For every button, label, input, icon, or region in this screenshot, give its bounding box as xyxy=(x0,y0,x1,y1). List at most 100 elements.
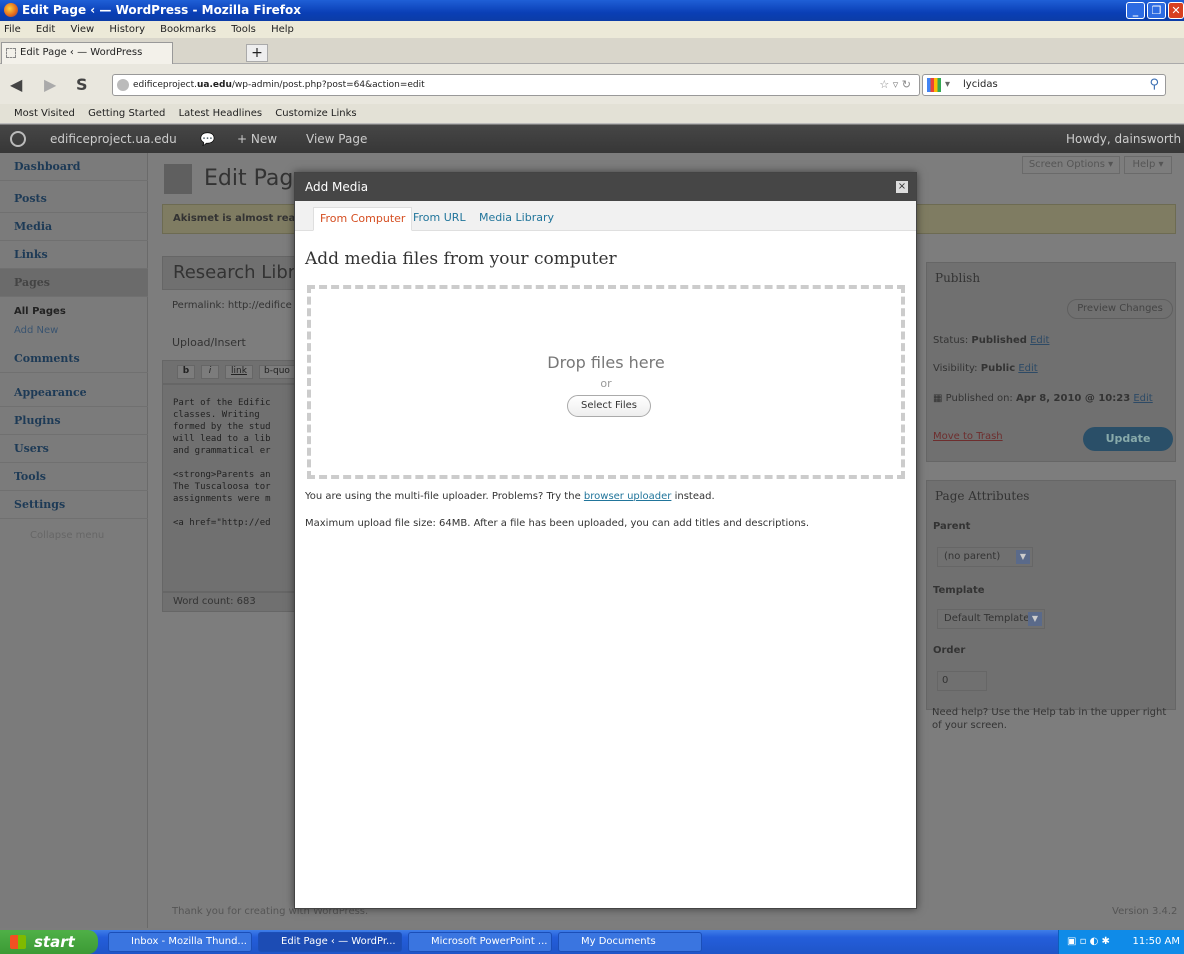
taskbar-thunderbird[interactable]: Inbox - Mozilla Thund... xyxy=(108,932,252,952)
multi-uploader-text: You are using the multi-file uploader. P… xyxy=(305,491,584,502)
sidebar-item-all-pages[interactable]: All Pages xyxy=(0,303,148,321)
visibility-label: Visibility: xyxy=(933,363,978,374)
start-label: start xyxy=(34,933,75,951)
italic-button[interactable]: i xyxy=(201,365,219,379)
bookmark-most-visited[interactable]: Most Visited xyxy=(14,108,75,119)
search-input[interactable]: lycidas xyxy=(963,79,998,90)
sidebar-item-dashboard[interactable]: Dashboard xyxy=(0,153,148,181)
site-identity-icon[interactable] xyxy=(117,79,129,91)
new-tab-button[interactable]: + xyxy=(246,44,268,62)
chevron-down-icon[interactable]: ▼ xyxy=(1016,550,1030,564)
sidebar-collapse-menu[interactable]: Collapse menu xyxy=(0,527,148,545)
menu-help[interactable]: Help xyxy=(271,24,294,35)
maximize-button[interactable]: ❐ xyxy=(1147,2,1166,19)
minimize-button[interactable]: _ xyxy=(1126,2,1145,19)
update-button[interactable]: Update xyxy=(1083,427,1173,451)
system-tray: ▣ ▫ ◐ ✱ 11:50 AM xyxy=(1058,930,1184,954)
visibility-edit-link[interactable]: Edit xyxy=(1018,363,1037,374)
admin-bar-view-page[interactable]: View Page xyxy=(306,125,367,153)
menu-file[interactable]: File xyxy=(4,24,21,35)
select-files-button[interactable]: Select Files xyxy=(567,395,651,417)
status-edit-link[interactable]: Edit xyxy=(1030,335,1049,346)
browser-uploader-link[interactable]: browser uploader xyxy=(584,491,672,502)
search-magnifier-icon[interactable]: ⚲ xyxy=(1149,75,1159,95)
publish-title: Publish xyxy=(935,271,981,285)
screen-options-button[interactable]: Screen Options ▾ xyxy=(1022,156,1120,174)
tray-icons[interactable]: ▣ ▫ ◐ ✱ xyxy=(1067,930,1110,954)
modal-heading: Add media files from your computer xyxy=(305,249,617,269)
back-arrow-icon[interactable]: ◀ xyxy=(10,75,22,94)
menu-bar: File Edit View History Bookmarks Tools H… xyxy=(0,21,1184,38)
sidebar-item-media[interactable]: Media xyxy=(0,213,148,241)
modal-header: Add Media × xyxy=(295,173,916,201)
menu-tools[interactable]: Tools xyxy=(231,24,256,35)
chevron-down-icon[interactable]: ▼ xyxy=(1028,612,1042,626)
bookmark-customize-links[interactable]: Customize Links xyxy=(275,108,356,119)
page-favicon-icon xyxy=(6,48,16,58)
move-to-trash-link[interactable]: Move to Trash xyxy=(933,431,1003,442)
browser-tab-label: Edit Page ‹ — WordPress xyxy=(20,47,143,58)
bookmark-getting-started[interactable]: Getting Started xyxy=(88,108,165,119)
tab-bar: Edit Page ‹ — WordPress + xyxy=(0,38,1184,64)
taskbar-my-documents[interactable]: My Documents xyxy=(558,932,702,952)
close-icon[interactable]: × xyxy=(896,181,908,193)
help-button[interactable]: Help ▾ xyxy=(1124,156,1172,174)
sidebar-item-add-new[interactable]: Add New xyxy=(0,322,148,340)
bold-button[interactable]: b xyxy=(177,365,195,379)
tab-from-computer[interactable]: From Computer xyxy=(313,207,413,231)
publish-box: Publish Preview Changes Status: Publishe… xyxy=(926,262,1176,462)
sidebar-item-settings[interactable]: Settings xyxy=(0,491,148,519)
order-input[interactable]: 0 xyxy=(937,671,987,691)
status-value: Published xyxy=(971,335,1027,346)
sidebar-item-pages[interactable]: Pages xyxy=(0,269,148,297)
template-select[interactable]: Default Template ▼ xyxy=(937,609,1045,629)
sidebar-item-tools[interactable]: Tools xyxy=(0,463,148,491)
blockquote-button[interactable]: b-quo xyxy=(259,365,295,379)
sidebar-item-users[interactable]: Users xyxy=(0,435,148,463)
browser-tab[interactable]: Edit Page ‹ — WordPress xyxy=(1,42,173,64)
engine-dropdown-icon[interactable]: ▾ xyxy=(945,75,950,95)
bookmark-star-icon[interactable]: ☆ ▿ ↻ xyxy=(879,75,911,95)
google-engine-icon[interactable] xyxy=(927,78,941,92)
tab-media-library[interactable]: Media Library xyxy=(473,207,560,231)
parent-select[interactable]: (no parent) ▼ xyxy=(937,547,1033,567)
sidebar-item-comments[interactable]: Comments xyxy=(0,345,148,373)
menu-edit[interactable]: Edit xyxy=(36,24,55,35)
menu-bookmarks[interactable]: Bookmarks xyxy=(160,24,216,35)
drop-files-text: Drop files here xyxy=(547,353,665,372)
close-window-button[interactable]: ✕ xyxy=(1168,2,1184,19)
taskbar-firefox[interactable]: Edit Page ‹ — WordPr... xyxy=(258,932,402,952)
tab-from-url[interactable]: From URL xyxy=(407,207,472,231)
drop-zone[interactable]: Drop files here or Select Files xyxy=(307,285,905,479)
sidebar-item-links[interactable]: Links xyxy=(0,241,148,269)
sidebar-item-plugins[interactable]: Plugins xyxy=(0,407,148,435)
sidebar-item-appearance[interactable]: Appearance xyxy=(0,379,148,407)
sidebar-item-posts[interactable]: Posts xyxy=(0,185,148,213)
admin-bar-howdy[interactable]: Howdy, dainsworth xyxy=(1066,125,1181,153)
clock: 11:50 AM xyxy=(1132,936,1180,947)
preview-changes-button[interactable]: Preview Changes xyxy=(1067,299,1173,319)
multi-uploader-notice: You are using the multi-file uploader. P… xyxy=(305,491,715,502)
menu-history[interactable]: History xyxy=(109,24,145,35)
menu-view[interactable]: View xyxy=(70,24,94,35)
sync-s-icon[interactable]: S xyxy=(76,75,88,94)
wordpress-logo-icon[interactable] xyxy=(10,131,26,147)
search-bar[interactable]: ▾ lycidas ⚲ xyxy=(922,74,1166,96)
admin-bar-new[interactable]: + New xyxy=(237,125,277,153)
template-select-value: Default Template xyxy=(944,613,1030,624)
start-button[interactable]: start xyxy=(0,930,98,954)
upload-insert-label[interactable]: Upload/Insert xyxy=(172,336,246,349)
link-button[interactable]: link xyxy=(225,365,253,379)
comment-bubble-icon[interactable]: 💬 xyxy=(200,125,215,153)
address-bar[interactable]: edificeproject.ua.edu/wp-admin/post.php?… xyxy=(112,74,920,96)
page-heading: Edit Page xyxy=(204,166,307,191)
published-edit-link[interactable]: Edit xyxy=(1133,393,1152,404)
page-attributes-title: Page Attributes xyxy=(935,489,1030,503)
url-prefix: edificeproject. xyxy=(133,80,198,90)
bookmark-latest-headlines[interactable]: Latest Headlines xyxy=(179,108,263,119)
admin-bar-site[interactable]: edificeproject.ua.edu xyxy=(50,125,177,153)
forward-arrow-icon[interactable]: ▶ xyxy=(44,75,56,94)
multi-uploader-suffix: instead. xyxy=(671,491,715,502)
taskbar-powerpoint[interactable]: Microsoft PowerPoint ... xyxy=(408,932,552,952)
title-input-value: Research Libra xyxy=(173,262,307,283)
